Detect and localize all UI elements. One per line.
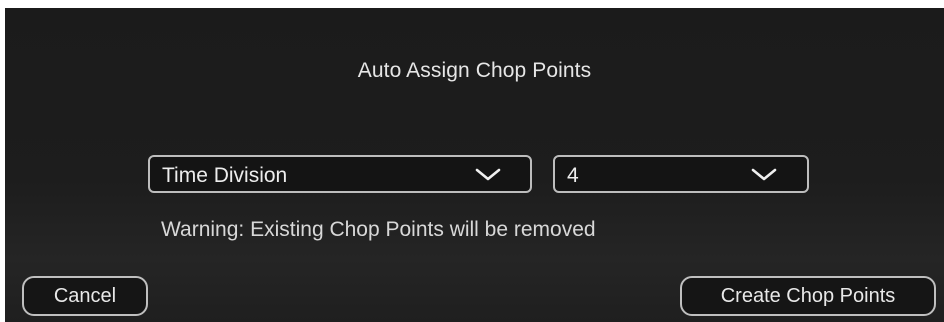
chevron-down-icon	[475, 168, 501, 181]
screen: Auto Assign Chop Points Time Division 4 …	[0, 0, 944, 322]
division-mode-select[interactable]: Time Division	[148, 155, 532, 193]
dialog-title: Auto Assign Chop Points	[357, 59, 592, 82]
cancel-button[interactable]: Cancel	[22, 276, 148, 316]
division-mode-value: Time Division	[162, 164, 288, 187]
division-count-value: 4	[567, 164, 579, 187]
division-count-select[interactable]: 4	[553, 155, 809, 193]
create-chop-points-button[interactable]: Create Chop Points	[680, 276, 936, 316]
warning-message: Warning: Existing Chop Points will be re…	[161, 218, 596, 241]
chevron-down-icon	[751, 168, 777, 181]
auto-assign-dialog: Auto Assign Chop Points Time Division 4 …	[5, 8, 944, 322]
